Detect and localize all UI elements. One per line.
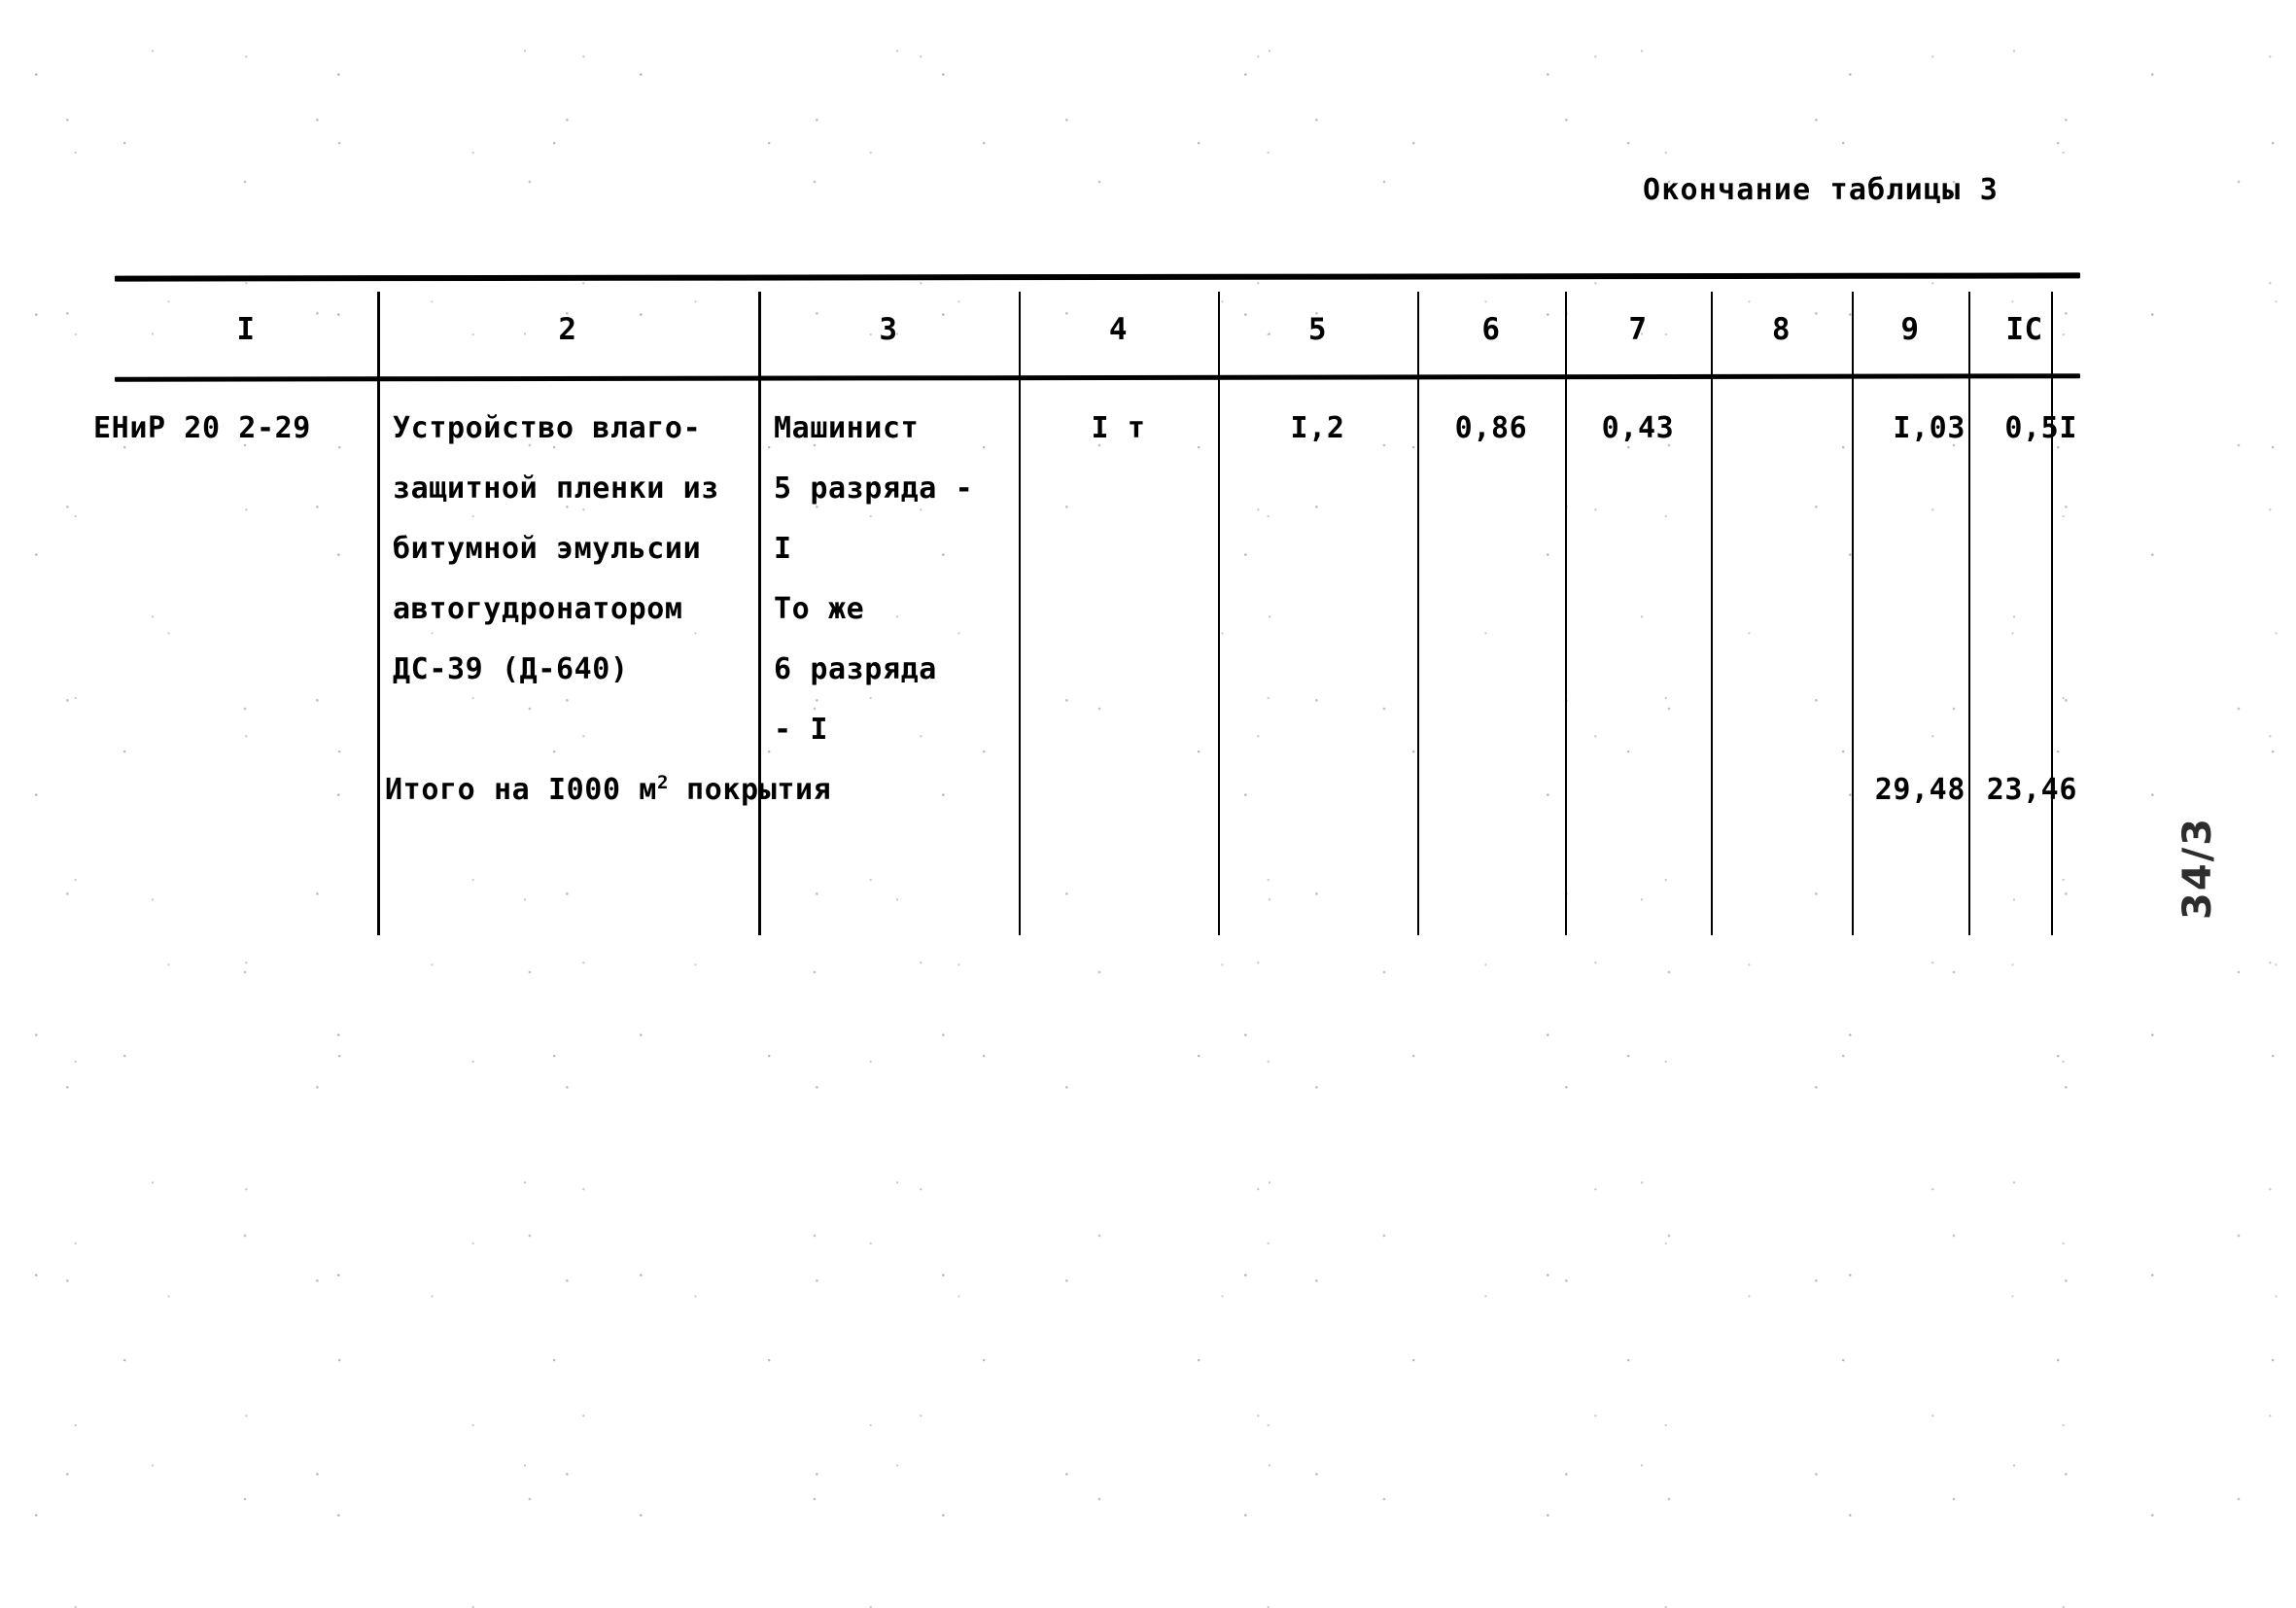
column-separator-3 bbox=[1019, 292, 1021, 935]
column-separator-1 bbox=[377, 292, 380, 935]
scanned-page: Окончание таблицы 3 I 2 3 4 5 6 7 8 9 IC… bbox=[0, 0, 2296, 1608]
cell-value-col7: 0,43 bbox=[1601, 411, 1675, 445]
cell-total-col10: 23,46 bbox=[1986, 773, 2077, 807]
column-header-10: IC bbox=[2005, 312, 2043, 347]
cell-worker-composition-line-3: I bbox=[774, 532, 792, 566]
cell-worker-composition-line-2: 5 разряда - bbox=[774, 472, 974, 506]
column-header-9: 9 bbox=[1900, 312, 1920, 347]
cell-total-label: Итого на I000 м2 покрытия bbox=[385, 760, 831, 821]
table-continuation-title: Окончание таблицы 3 bbox=[1643, 173, 1999, 207]
column-header-1: I bbox=[236, 312, 256, 347]
column-separator-5 bbox=[1417, 292, 1419, 935]
cell-work-description-line-2: защитной пленки из bbox=[393, 472, 719, 506]
cell-worker-composition-line-4: То же bbox=[774, 592, 865, 626]
column-header-3: 3 bbox=[879, 312, 898, 347]
cell-work-description-line-1: Устройство влаго- bbox=[393, 411, 702, 445]
cell-value-col9: I,03 bbox=[1893, 411, 1966, 445]
cell-total-col9: 29,48 bbox=[1874, 773, 1966, 807]
column-separator-6 bbox=[1565, 292, 1567, 935]
cell-unit-of-measure: I т bbox=[1091, 411, 1146, 445]
cell-value-col5: I,2 bbox=[1290, 411, 1345, 445]
cell-worker-composition-line-1: Машинист bbox=[774, 411, 920, 445]
column-separator-8 bbox=[1852, 292, 1854, 935]
table-header-rule bbox=[114, 373, 2081, 382]
cell-work-description-line-4: автогудронатором bbox=[393, 592, 683, 626]
norms-table: I 2 3 4 5 6 7 8 9 IC ЕНиР 20 2-29 Устрой… bbox=[93, 272, 2081, 935]
column-header-6: 6 bbox=[1481, 312, 1501, 347]
cell-work-description-line-5: ДС-39 (Д-640) bbox=[393, 652, 629, 686]
cell-worker-composition-line-6: - I bbox=[774, 713, 828, 747]
column-header-2: 2 bbox=[558, 312, 577, 347]
total-label-superscript: 2 bbox=[656, 772, 669, 793]
cell-value-col6: 0,86 bbox=[1454, 411, 1528, 445]
column-separator-7 bbox=[1711, 292, 1713, 935]
archive-page-mark: 34/3 bbox=[2175, 816, 2220, 920]
column-header-4: 4 bbox=[1108, 312, 1129, 347]
column-header-5: 5 bbox=[1307, 312, 1328, 347]
column-header-7: 7 bbox=[1628, 312, 1648, 347]
column-separator-2 bbox=[758, 292, 761, 935]
cell-value-col10: 0,5I bbox=[2004, 411, 2077, 445]
cell-work-description-line-3: битумной эмульсии bbox=[393, 532, 702, 566]
total-label-prefix: Итого на I000 м bbox=[385, 773, 657, 807]
column-separator-10 bbox=[2051, 292, 2053, 935]
column-separator-9 bbox=[1968, 292, 1970, 935]
column-header-8: 8 bbox=[1771, 312, 1792, 347]
table-top-rule bbox=[114, 272, 2081, 282]
total-label-suffix: покрытия bbox=[668, 773, 832, 807]
column-separator-4 bbox=[1218, 292, 1220, 935]
cell-worker-composition-line-5: 6 разряда bbox=[774, 652, 937, 686]
cell-norm-code: ЕНиР 20 2-29 bbox=[93, 411, 311, 445]
